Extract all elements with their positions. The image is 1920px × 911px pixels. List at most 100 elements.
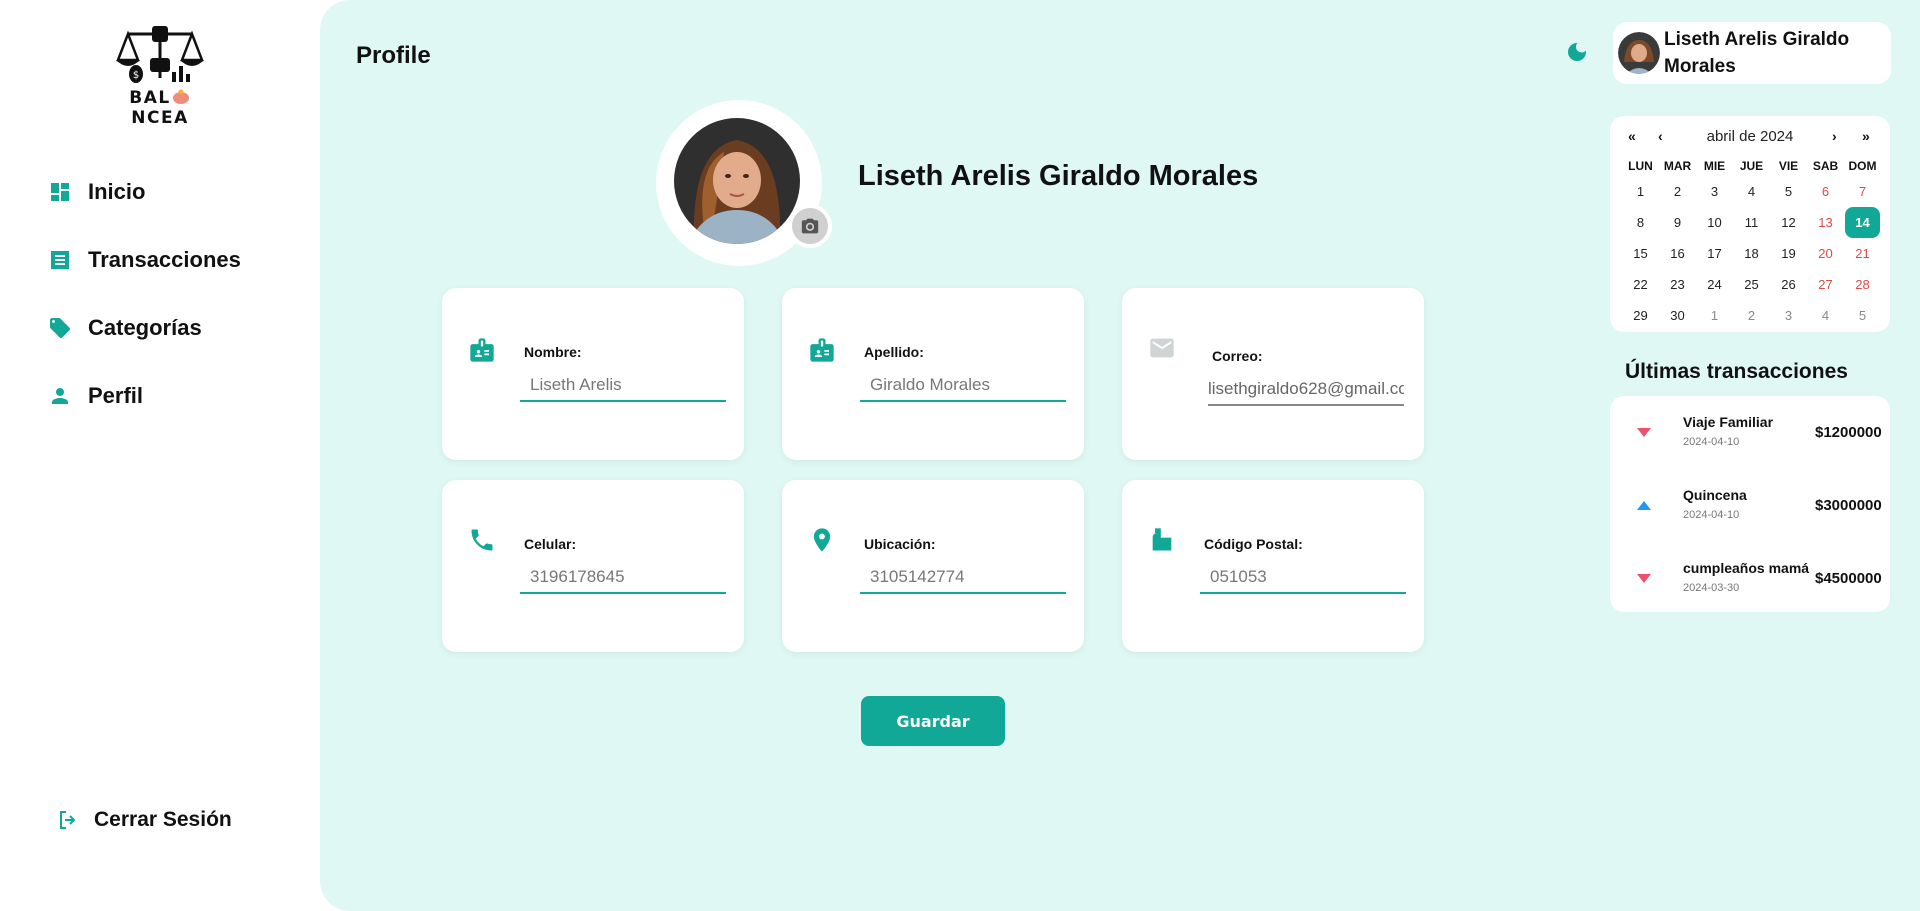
calendar-day[interactable]: 20 bbox=[1807, 238, 1844, 269]
celular-card: Celular: bbox=[442, 480, 744, 652]
ubicacion-card: Ubicación: bbox=[782, 480, 1084, 652]
calendar-day[interactable]: 12 bbox=[1770, 207, 1807, 238]
codigo-postal-card: Código Postal: bbox=[1122, 480, 1424, 652]
sidebar-nav: Inicio Transacciones Categorías Perfil bbox=[48, 158, 241, 430]
calendar-day[interactable]: 19 bbox=[1770, 238, 1807, 269]
dark-mode-toggle-icon[interactable] bbox=[1565, 40, 1589, 64]
profile-full-name: Liseth Arelis Giraldo Morales bbox=[858, 160, 1259, 192]
sidebar-item-perfil[interactable]: Perfil bbox=[48, 362, 241, 430]
sidebar-item-categorias[interactable]: Categorías bbox=[48, 294, 241, 362]
correo-card: Correo: bbox=[1122, 288, 1424, 460]
calendar-day[interactable]: 14 bbox=[1845, 207, 1880, 238]
transactions-list: Viaje Familiar 2024-04-10 $1200000 Quincena… bbox=[1610, 396, 1890, 612]
nombre-card: Nombre: bbox=[442, 288, 744, 460]
calendar-day[interactable]: 17 bbox=[1696, 238, 1733, 269]
logout-label: Cerrar Sesión bbox=[94, 808, 232, 831]
transaction-date: 2024-04-10 bbox=[1683, 436, 1740, 448]
transaction-amount: $4500000 bbox=[1815, 570, 1882, 587]
profile-avatar bbox=[656, 100, 832, 266]
apellido-label: Apellido: bbox=[864, 344, 924, 360]
calendar-day[interactable]: 9 bbox=[1659, 207, 1696, 238]
transactions-title: Últimas transacciones bbox=[1625, 360, 1848, 383]
id-badge-icon bbox=[810, 338, 834, 362]
calendar-day[interactable]: 1 bbox=[1622, 176, 1659, 207]
calendar-day[interactable]: 5 bbox=[1770, 176, 1807, 207]
calendar-day[interactable]: 15 bbox=[1622, 238, 1659, 269]
codigo-postal-label: Código Postal: bbox=[1204, 536, 1303, 552]
email-icon bbox=[1150, 338, 1174, 358]
apellido-field[interactable] bbox=[860, 370, 1066, 402]
calendar-day[interactable]: 29 bbox=[1622, 300, 1659, 331]
receipt-icon bbox=[51, 251, 69, 269]
calendar-month-label[interactable]: abril de 2024 bbox=[1610, 128, 1890, 145]
transaction-amount: $1200000 bbox=[1815, 424, 1882, 441]
calendar-day[interactable]: 7 bbox=[1844, 176, 1881, 207]
apellido-card: Apellido: bbox=[782, 288, 1084, 460]
avatar bbox=[1618, 32, 1660, 74]
calendar-day[interactable]: 6 bbox=[1807, 176, 1844, 207]
camera-icon bbox=[801, 218, 819, 234]
transaction-name: Viaje Familiar bbox=[1683, 414, 1774, 430]
calendar-day[interactable]: 5 bbox=[1844, 300, 1881, 331]
scale-logo-icon: $ bbox=[116, 26, 204, 83]
sidebar-item-label: Inicio bbox=[88, 179, 146, 204]
person-icon bbox=[52, 388, 68, 404]
calendar-day[interactable]: 10 bbox=[1696, 207, 1733, 238]
sidebar-item-transacciones[interactable]: Transacciones bbox=[48, 226, 241, 294]
change-photo-button[interactable] bbox=[788, 204, 832, 248]
main-panel: Profile Liseth Arelis Giraldo Morales Li… bbox=[320, 0, 1920, 911]
calendar-day[interactable]: 3 bbox=[1696, 176, 1733, 207]
calendar-day[interactable]: 4 bbox=[1733, 176, 1770, 207]
next-month-button[interactable]: › bbox=[1832, 128, 1837, 144]
calendar-day[interactable]: 22 bbox=[1622, 269, 1659, 300]
calendar-day[interactable]: 28 bbox=[1844, 269, 1881, 300]
logout-icon bbox=[60, 811, 76, 829]
calendar-day[interactable]: 1 bbox=[1696, 300, 1733, 331]
calendar-weekday: VIE bbox=[1778, 159, 1799, 173]
calendar-day[interactable]: 30 bbox=[1659, 300, 1696, 331]
transaction-item[interactable]: Viaje Familiar 2024-04-10 $1200000 bbox=[1610, 396, 1890, 468]
brand-wordmark: BALNCEA bbox=[129, 88, 189, 128]
calendar-day[interactable]: 27 bbox=[1807, 269, 1844, 300]
transaction-item[interactable]: Quincena 2024-04-10 $3000000 bbox=[1610, 469, 1890, 541]
calendar-weekday: SAB bbox=[1812, 159, 1839, 173]
balancea-logo[interactable]: $ BALNCEA bbox=[108, 22, 212, 128]
location-pin-icon bbox=[813, 528, 831, 552]
calendar-day[interactable]: 24 bbox=[1696, 269, 1733, 300]
calendar-day[interactable]: 13 bbox=[1807, 207, 1844, 238]
user-menu[interactable]: Liseth Arelis Giraldo Morales bbox=[1613, 22, 1891, 84]
transaction-name: cumpleaños mamá bbox=[1683, 560, 1810, 576]
calendar-day[interactable]: 21 bbox=[1844, 238, 1881, 269]
transaction-item[interactable]: cumpleaños mamá 2024-03-30 $4500000 bbox=[1610, 542, 1890, 614]
calendar-day[interactable]: 4 bbox=[1807, 300, 1844, 331]
nombre-field[interactable] bbox=[520, 370, 726, 402]
transaction-amount: $3000000 bbox=[1815, 497, 1882, 514]
email-field[interactable] bbox=[1208, 374, 1404, 406]
sidebar: $ BALNCEA Inicio Transacciones Categoría… bbox=[0, 0, 320, 911]
celular-field[interactable] bbox=[520, 562, 726, 594]
next-year-button[interactable]: » bbox=[1862, 128, 1870, 144]
calendar-day[interactable]: 16 bbox=[1659, 238, 1696, 269]
sidebar-item-label: Categorías bbox=[88, 315, 202, 340]
calendar-day[interactable]: 11 bbox=[1733, 207, 1770, 238]
ubicacion-field[interactable] bbox=[860, 562, 1066, 594]
calendar-day[interactable]: 2 bbox=[1733, 300, 1770, 331]
calendar-day[interactable]: 23 bbox=[1659, 269, 1696, 300]
calendar-day[interactable]: 25 bbox=[1733, 269, 1770, 300]
calendar-day[interactable]: 18 bbox=[1733, 238, 1770, 269]
calendar-widget: « ‹ abril de 2024 › » LUN MAR MIE JUE VIE SAB… bbox=[1610, 116, 1890, 332]
sidebar-item-inicio[interactable]: Inicio bbox=[48, 158, 241, 226]
calendar-header: « ‹ abril de 2024 › » bbox=[1610, 128, 1890, 148]
calendar-day[interactable]: 26 bbox=[1770, 269, 1807, 300]
transaction-date: 2024-03-30 bbox=[1683, 582, 1740, 594]
correo-label: Correo: bbox=[1212, 348, 1263, 364]
calendar-day[interactable]: 2 bbox=[1659, 176, 1696, 207]
save-button[interactable]: Guardar bbox=[861, 696, 1005, 746]
calendar-day[interactable]: 8 bbox=[1622, 207, 1659, 238]
codigo-postal-field[interactable] bbox=[1200, 562, 1406, 594]
calendar-day[interactable]: 3 bbox=[1770, 300, 1807, 331]
calendar-weekday: JUE bbox=[1739, 159, 1764, 173]
logout-button[interactable]: Cerrar Sesión bbox=[56, 808, 232, 832]
calendar-weekday: MAR bbox=[1663, 159, 1692, 173]
expense-arrow-icon bbox=[1637, 574, 1651, 583]
